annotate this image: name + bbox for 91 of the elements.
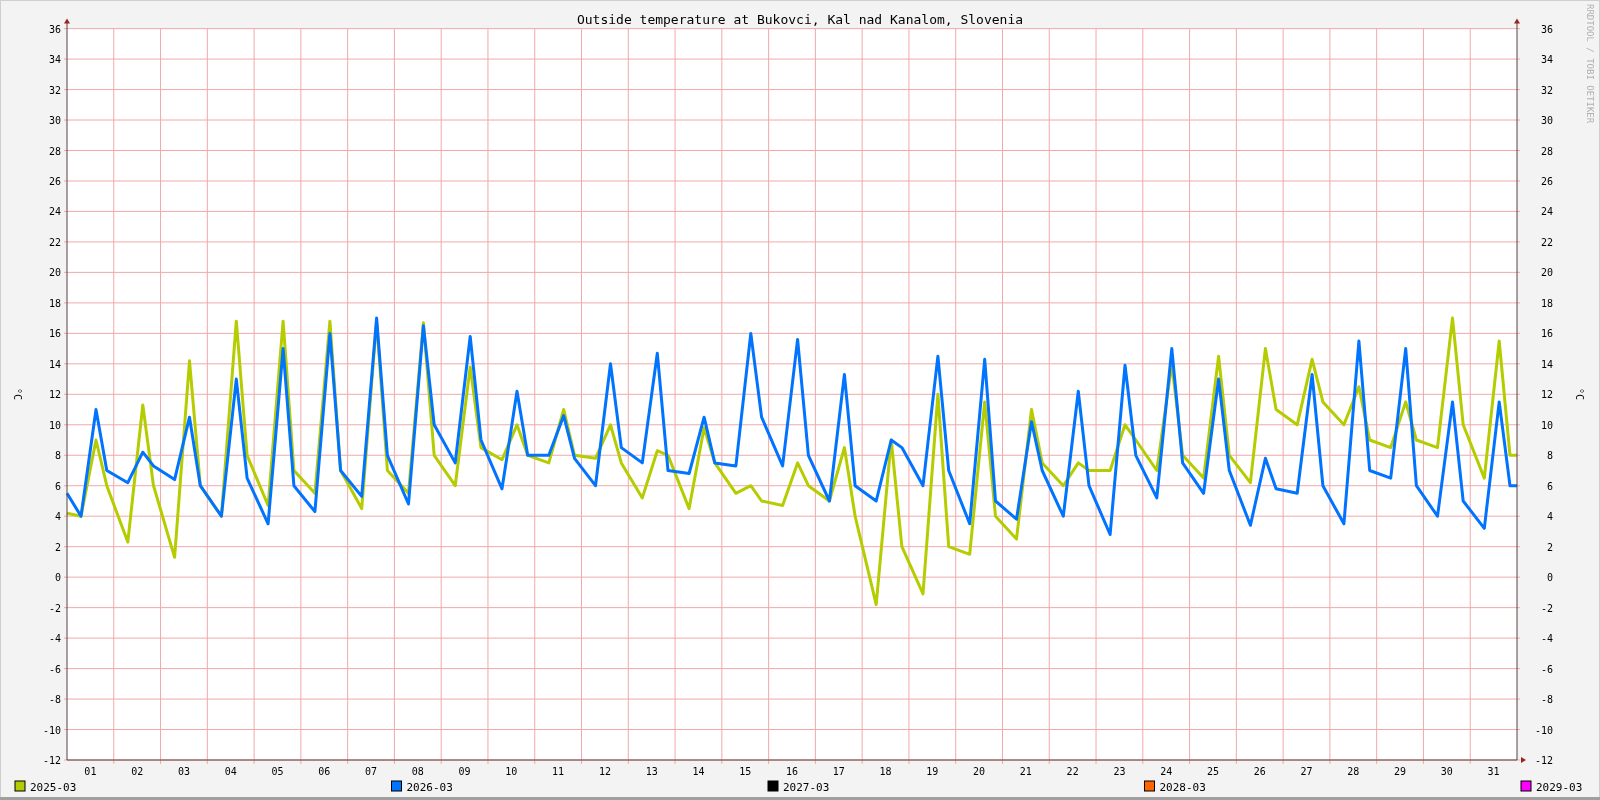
right-y-tick-label: 12 [1540, 389, 1553, 401]
x-tick-label: 02 [131, 766, 144, 777]
legend-label: 2026-03 [406, 781, 453, 794]
y-tick-label: 20 [48, 267, 61, 279]
x-tick-label: 11 [552, 766, 565, 777]
x-tick-label: 06 [318, 766, 331, 777]
right-y-tick-label: 0 [1546, 572, 1553, 584]
y-tick-label: -10 [42, 724, 61, 736]
x-tick-label: 09 [458, 766, 471, 777]
y-tick-label: 2 [54, 541, 61, 553]
right-y-tick-label: -2 [1540, 602, 1553, 614]
chart-title: Outside temperature at Bukovci, Kal nad Kanalom, Slovenia [576, 12, 1024, 27]
y-tick-label: 30 [48, 115, 61, 127]
y-tick-label: 6 [54, 480, 61, 492]
right-y-tick-label: 6 [1546, 480, 1553, 492]
y-tick-label: 34 [48, 54, 61, 66]
x-tick-label: 21 [1019, 766, 1032, 777]
y-axis-label: °C [12, 388, 23, 400]
right-y-tick-label: 10 [1540, 419, 1553, 431]
x-tick-label: 19 [926, 766, 939, 777]
x-tick-label: 04 [224, 766, 237, 777]
x-tick-label: 28 [1347, 766, 1360, 777]
y-tick-label: 14 [48, 358, 61, 370]
x-tick-label: 30 [1440, 766, 1453, 777]
y-tick-label: -2 [48, 602, 61, 614]
x-tick-label: 13 [645, 766, 658, 777]
y-tick-label: 8 [54, 450, 61, 462]
right-y-tick-label: 32 [1540, 84, 1553, 96]
right-y-tick-label: -10 [1534, 724, 1553, 736]
x-tick-label: 26 [1253, 766, 1266, 777]
legend-label: 2029-03 [1536, 781, 1583, 794]
x-tick-label: 05 [271, 766, 284, 777]
x-tick-label: 16 [786, 766, 798, 777]
right-y-tick-label: -8 [1540, 694, 1553, 706]
x-tick-label: 23 [1113, 766, 1126, 777]
right-y-tick-label: 16 [1540, 328, 1553, 340]
y-tick-label: -6 [48, 663, 61, 675]
y-tick-label: 4 [54, 511, 61, 523]
right-y-tick-label: 34 [1540, 54, 1553, 66]
x-tick-label: 14 [692, 766, 705, 777]
y-tick-label: -4 [48, 633, 61, 645]
right-y-tick-label: 28 [1540, 145, 1553, 157]
x-tick-label: 03 [177, 766, 190, 777]
x-tick-label: 18 [879, 766, 892, 777]
right-y-tick-label: 2 [1546, 541, 1553, 553]
x-tick-label: 08 [411, 766, 424, 777]
right-y-tick-label: 26 [1540, 176, 1553, 187]
x-tick-label: 22 [1066, 766, 1079, 777]
x-tick-label: 01 [84, 766, 97, 777]
y-tick-label: 10 [48, 419, 61, 431]
x-tick-label: 17 [832, 766, 845, 777]
x-tick-label: 27 [1300, 766, 1313, 777]
y-tick-label: 24 [48, 206, 61, 218]
right-y-tick-label: 18 [1540, 297, 1553, 309]
x-tick-label: 15 [739, 766, 752, 777]
y-tick-label: 28 [48, 145, 61, 157]
right-y-tick-label: 20 [1540, 267, 1553, 279]
y-tick-label: 26 [48, 176, 61, 187]
x-tick-label: 12 [598, 766, 611, 777]
x-tick-label: 31 [1487, 766, 1500, 777]
legend-label: 2027-03 [783, 781, 830, 794]
y-tick-label: 12 [48, 389, 61, 401]
x-tick-label: 10 [505, 766, 518, 777]
right-y-tick-label: -4 [1540, 633, 1553, 645]
right-y-tick-label: 22 [1540, 236, 1553, 248]
legend-label: 2025-03 [30, 781, 77, 794]
y-tick-label: -12 [42, 755, 61, 766]
y-tick-label: 22 [48, 236, 61, 248]
y-axis-label: °C [1574, 388, 1585, 400]
right-y-tick-label: -6 [1540, 663, 1553, 675]
right-y-tick-label: 30 [1540, 115, 1553, 127]
y-tick-label: -8 [48, 694, 61, 706]
right-y-tick-label: 8 [1546, 450, 1553, 462]
x-tick-label: 20 [973, 766, 986, 777]
legend-label: 2028-03 [1159, 781, 1206, 794]
y-tick-label: 36 [48, 23, 61, 35]
x-tick-label: 24 [1160, 766, 1173, 777]
y-tick-label: 32 [48, 84, 61, 96]
right-y-tick-label: 24 [1540, 206, 1553, 218]
y-tick-label: 0 [54, 572, 61, 584]
right-y-tick-label: 4 [1546, 511, 1553, 523]
right-y-tick-label: -12 [1534, 755, 1553, 766]
right-y-tick-label: 14 [1540, 358, 1553, 370]
y-tick-label: 16 [48, 328, 61, 340]
y-tick-label: 18 [48, 297, 61, 309]
x-tick-label: 25 [1206, 766, 1219, 777]
credit-text: RRDTOOL / TOBI OETIKER [1585, 4, 1595, 124]
right-y-tick-label: 36 [1540, 23, 1553, 35]
x-tick-label: 07 [365, 766, 378, 777]
arrow-head-icon [1521, 757, 1526, 763]
x-tick-label: 29 [1394, 766, 1407, 777]
